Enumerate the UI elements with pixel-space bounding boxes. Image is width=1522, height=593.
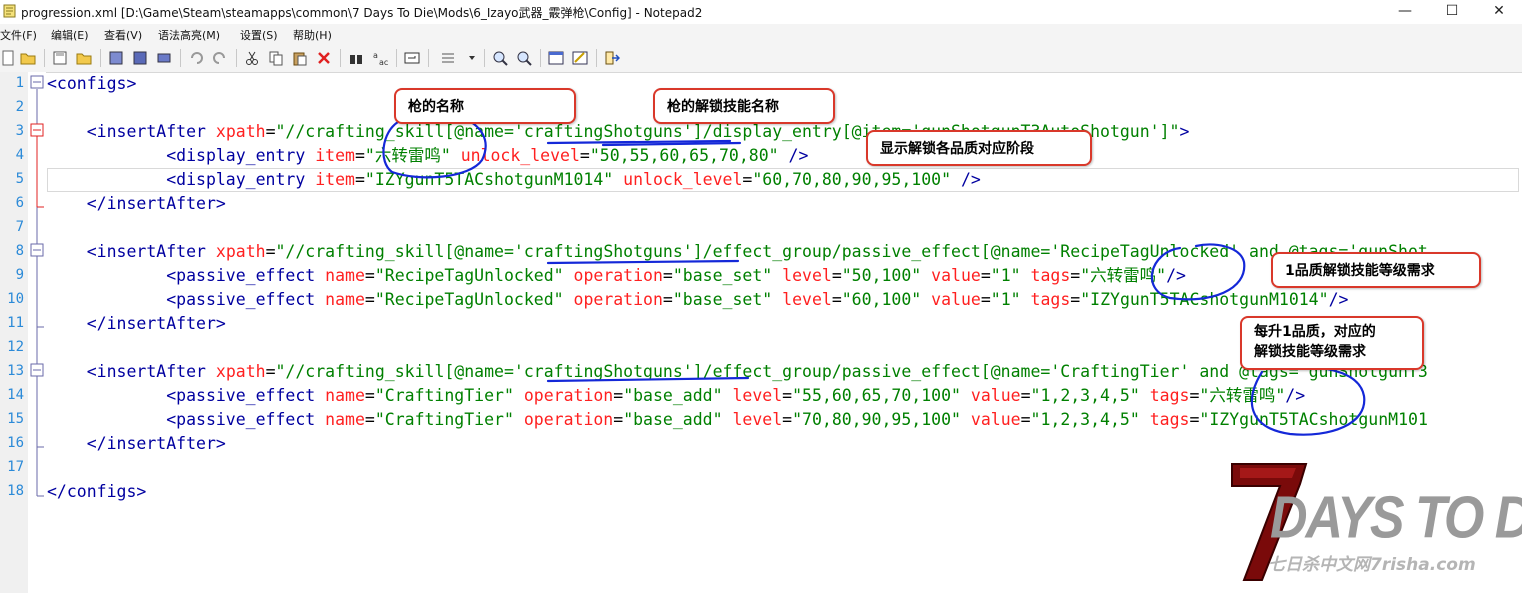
ink-underline-line8	[546, 259, 740, 265]
ink-underline-line4	[601, 141, 742, 147]
callout-unlock-stages: 显示解锁各品质对应阶段	[866, 130, 1092, 166]
ink-circle-line9-tags	[1150, 243, 1246, 301]
callout-per-tier-requirement: 每升1品质，对应的 解锁技能等级需求	[1240, 316, 1424, 370]
ink-circle-gun-name-line4	[382, 116, 487, 179]
callout-unlock-skill-name: 枪的解锁技能名称	[653, 88, 835, 124]
logo-seven: 7	[1230, 462, 1231, 463]
ink-circle-line14-15-tags	[1250, 366, 1366, 436]
logo-subtitle: 七日杀中文网7risha.com	[1268, 555, 1476, 575]
callout-gun-name: 枪的名称	[394, 88, 576, 124]
callout-tier1-requirement: 1品质解锁技能等级需求	[1271, 252, 1481, 288]
ink-underline-line13	[546, 376, 750, 383]
logo-days-to-die: DAYS TO DIE	[1270, 484, 1522, 552]
